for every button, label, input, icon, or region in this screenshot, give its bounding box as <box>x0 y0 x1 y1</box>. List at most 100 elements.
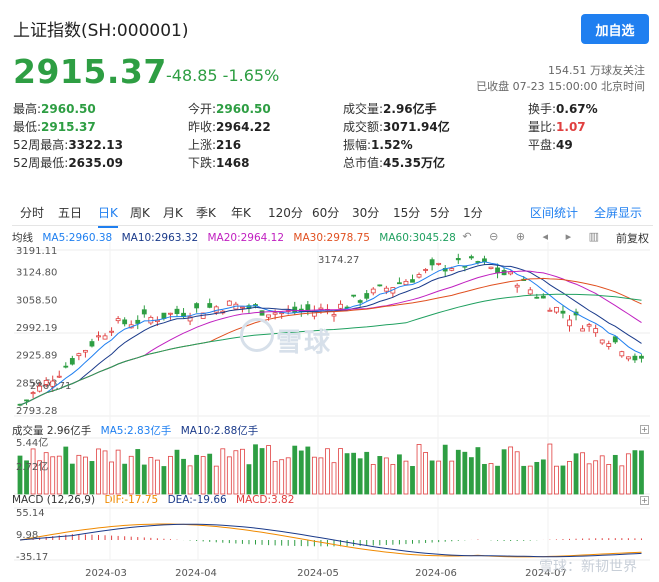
volume-bar <box>455 449 461 495</box>
volume-bar <box>181 458 186 495</box>
candle-body <box>30 392 36 395</box>
watermark: 雪球 <box>276 328 333 358</box>
candle-body <box>455 258 461 261</box>
volume-bar <box>567 460 572 495</box>
volume-bar <box>253 444 258 495</box>
x-tick-label: 2024-03 <box>85 568 127 579</box>
candle-body <box>69 358 75 365</box>
candle-body <box>63 365 69 368</box>
volume-bar <box>364 451 370 495</box>
volume-bar <box>573 453 579 495</box>
volume-bar <box>135 449 141 495</box>
candle-body <box>599 339 605 344</box>
volume-bar <box>560 465 566 495</box>
volume-bar <box>63 446 69 495</box>
volume-bar <box>534 461 540 495</box>
candle-body <box>43 380 49 385</box>
volume-bar <box>351 452 357 495</box>
volume-bar <box>482 463 487 495</box>
volume-bar <box>475 447 481 495</box>
volume-bar <box>521 465 527 495</box>
volume-bar <box>344 453 350 495</box>
candle-body <box>554 306 559 313</box>
candle-body <box>194 303 200 309</box>
candle-body <box>24 399 29 402</box>
candle-body <box>96 335 101 338</box>
candle-body <box>423 269 428 271</box>
volume-bar <box>501 449 507 495</box>
volume-bar <box>115 449 121 495</box>
candle-body <box>527 289 533 295</box>
volume-bar <box>619 465 625 495</box>
candle-body <box>76 353 82 357</box>
candle-body <box>50 380 56 387</box>
xueqiu-logo-icon <box>240 318 274 352</box>
volume-bar <box>338 448 343 495</box>
volume-bar <box>122 463 128 495</box>
volume-bar <box>213 465 219 495</box>
candle-body <box>383 287 389 292</box>
candle-body <box>625 356 631 360</box>
candle-body <box>547 309 553 312</box>
volume-bar <box>325 448 330 495</box>
volume-bar <box>311 456 317 495</box>
candle-body <box>56 375 62 378</box>
volume-bar <box>174 449 180 495</box>
candle-body <box>226 300 232 306</box>
volume-bar <box>429 460 435 495</box>
volume-bar <box>593 460 599 495</box>
candle-body <box>174 308 180 315</box>
volume-bar <box>246 464 252 495</box>
candle-body <box>495 267 500 274</box>
x-tick-label: 2024-05 <box>297 568 339 579</box>
candle-body <box>436 262 442 265</box>
macd-tick-label: 9.98 <box>16 530 38 541</box>
volume-bar <box>96 448 101 495</box>
candle-body <box>586 324 592 327</box>
candle-body <box>370 288 376 294</box>
volume-bar <box>89 461 95 495</box>
candle-body <box>606 343 612 347</box>
y-tick-label: 3124.80 <box>16 268 57 279</box>
candle-body <box>318 307 324 310</box>
candle-body <box>508 271 514 275</box>
volume-bar <box>449 460 455 495</box>
y-tick-label: 3191.11 <box>16 246 57 257</box>
candle-body <box>135 319 141 324</box>
volume-bar <box>632 450 638 495</box>
volume-bar <box>56 455 62 495</box>
volume-bar <box>76 454 82 495</box>
volume-bar <box>377 456 383 495</box>
volume-bar <box>226 456 232 495</box>
candle-body <box>397 282 402 285</box>
candle-body <box>357 300 363 303</box>
volume-bar <box>109 461 114 495</box>
candle-body <box>168 312 173 315</box>
volume-bar <box>292 445 298 495</box>
candle-body <box>305 304 311 311</box>
kline-chart[interactable]: 3191.113124.803058.502992.192925.892859.… <box>0 0 659 582</box>
candle-body <box>593 328 599 334</box>
y-tick-label: 2925.89 <box>16 351 57 362</box>
volume-bar <box>410 466 415 495</box>
candle-body <box>482 258 487 263</box>
volume-bar <box>279 459 285 495</box>
volume-bar <box>390 464 396 495</box>
footer-watermark: 雪球：新韧世界 <box>539 559 637 575</box>
volume-bar <box>161 466 167 495</box>
y-tick-label: 2793.28 <box>16 406 57 417</box>
candle-body <box>37 385 43 392</box>
volume-bar <box>259 448 265 495</box>
candle-body <box>351 294 357 297</box>
volume-bar <box>397 454 402 495</box>
candle-body <box>619 351 625 357</box>
volume-bar <box>436 460 442 495</box>
candle-body <box>272 312 278 315</box>
candle-body <box>429 259 435 266</box>
volume-bar <box>43 452 49 495</box>
x-tick-label: 2024-04 <box>175 568 217 579</box>
volume-bar <box>148 457 154 495</box>
volume-bar <box>220 448 226 495</box>
candle-body <box>410 279 415 283</box>
candle-body <box>514 284 520 288</box>
